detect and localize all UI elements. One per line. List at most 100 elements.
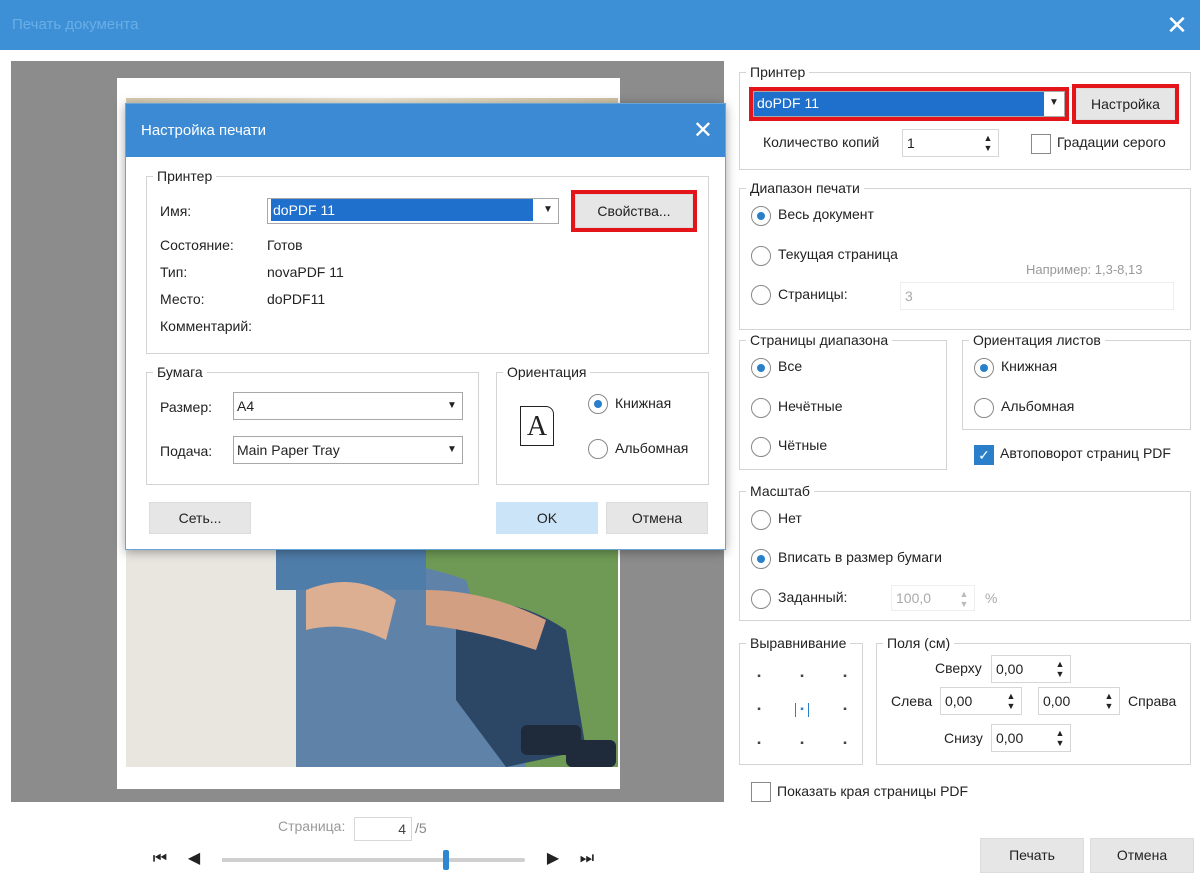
stepper-arrows-icon[interactable]: ▲ ▼ [980, 130, 996, 156]
dialog-close-icon[interactable]: ✕ [693, 116, 713, 145]
dialog-cancel-button[interactable]: Отмена [606, 502, 708, 534]
paper-size-select[interactable]: A4 ▼ [233, 392, 463, 420]
next-page-icon[interactable]: ▶ [543, 847, 563, 871]
margins-title: Поля (см) [883, 635, 955, 651]
page-slider[interactable] [222, 858, 525, 862]
paper-group [146, 372, 479, 485]
size-label: Размер: [160, 399, 213, 415]
align-top-center-icon[interactable]: ▪ [795, 670, 809, 684]
copies-stepper[interactable]: 1 ▲ ▼ [902, 129, 999, 157]
margin-left-label: Слева [891, 693, 933, 709]
margin-top-label: Сверху [935, 660, 982, 676]
printer-select-value: doPDF 11 [757, 95, 819, 111]
properties-button[interactable]: Свойства... [571, 190, 697, 232]
dialog-landscape-radio[interactable] [588, 439, 608, 459]
grayscale-checkbox[interactable] [1031, 134, 1051, 154]
scale-none-label: Нет [778, 510, 802, 526]
stepper-arrows-icon[interactable]: ▲ ▼ [1101, 688, 1117, 714]
subset-all-radio[interactable] [751, 358, 771, 378]
portrait-page-icon: A [520, 406, 554, 446]
scale-none-radio[interactable] [751, 510, 771, 530]
orientation-landscape-label: Альбомная [1001, 398, 1075, 414]
print-setup-dialog: Настройка печати ✕ Принтер Имя: doPDF 11… [125, 103, 726, 550]
scale-fit-radio[interactable] [751, 549, 771, 569]
preview-photo [126, 550, 618, 767]
stepper-arrows-icon[interactable]: ▲ ▼ [1052, 725, 1068, 751]
printer-setup-button[interactable]: Настройка [1072, 84, 1179, 124]
stepper-arrows-icon[interactable]: ▲ ▼ [1003, 688, 1019, 714]
margin-left-stepper[interactable]: 0,00 ▲ ▼ [940, 687, 1022, 715]
margin-right-label: Справа [1128, 693, 1177, 709]
dialog-landscape-label: Альбомная [615, 440, 689, 456]
stepper-arrows-icon[interactable]: ▲ ▼ [1052, 656, 1068, 682]
paper-title: Бумага [153, 364, 207, 380]
dialog-printer-select[interactable]: doPDF 11 ▼ [267, 198, 559, 224]
orientation-portrait-radio[interactable] [974, 358, 994, 378]
scale-custom-stepper[interactable]: 100,0 ▲ ▼ [891, 585, 975, 611]
dialog-printer-value: doPDF 11 [271, 199, 533, 221]
align-bottom-center-icon[interactable]: ▪ [795, 737, 809, 751]
scale-custom-label: Заданный: [778, 589, 848, 605]
scale-title: Масштаб [746, 483, 814, 499]
margin-top-stepper[interactable]: 0,00 ▲ ▼ [991, 655, 1071, 683]
network-button[interactable]: Сеть... [149, 502, 251, 534]
type-value: novaPDF 11 [267, 264, 344, 280]
margin-bottom-label: Снизу [944, 730, 983, 746]
stepper-arrows-icon[interactable]: ▲ ▼ [956, 586, 972, 610]
printer-select[interactable]: doPDF 11 ▼ [749, 87, 1069, 121]
align-bottom-left-icon[interactable]: ▪ [752, 737, 766, 751]
first-page-icon[interactable]: ⏮ [150, 847, 170, 871]
orientation-group [962, 340, 1191, 430]
orientation-landscape-radio[interactable] [974, 398, 994, 418]
close-icon[interactable]: ✕ [1162, 10, 1192, 40]
align-middle-right-icon[interactable]: ▪ [838, 703, 852, 717]
subset-even-label: Чётные [778, 437, 828, 453]
chevron-down-icon: ▼ [447, 444, 457, 455]
margin-right-stepper[interactable]: 0,00 ▲ ▼ [1038, 687, 1120, 715]
page-total: /5 [415, 820, 427, 836]
page-subset-title: Страницы диапазона [746, 332, 893, 348]
prev-page-icon[interactable]: ◀ [184, 847, 204, 871]
status-label: Состояние: [160, 237, 234, 253]
dialog-portrait-radio[interactable] [588, 394, 608, 414]
status-value: Готов [267, 237, 303, 253]
subset-odd-radio[interactable] [751, 398, 771, 418]
printer-group-title: Принтер [746, 64, 810, 80]
range-current-radio[interactable] [751, 246, 771, 266]
scale-custom-radio[interactable] [751, 589, 771, 609]
align-top-left-icon[interactable]: ▪ [752, 670, 766, 684]
copies-value: 1 [907, 135, 915, 151]
align-center-icon[interactable]: ▪ [795, 703, 809, 717]
range-current-label: Текущая страница [778, 246, 898, 262]
range-all-radio[interactable] [751, 206, 771, 226]
where-label: Место: [160, 291, 205, 307]
page-number-input[interactable]: 4 [354, 817, 412, 841]
subset-all-label: Все [778, 358, 803, 374]
print-button[interactable]: Печать [980, 838, 1084, 873]
grayscale-label: Градации серого [1057, 134, 1166, 150]
last-page-icon[interactable]: ⏭ [577, 847, 597, 871]
dialog-titlebar: Настройка печати ✕ [126, 104, 725, 157]
margin-bottom-stepper[interactable]: 0,00 ▲ ▼ [991, 724, 1071, 752]
range-pages-radio[interactable] [751, 285, 771, 305]
dialog-name-label: Имя: [160, 203, 192, 219]
autorotate-checkbox[interactable]: ✓ [974, 445, 994, 465]
family-photo-image [126, 550, 618, 767]
range-pages-input[interactable]: 3 [900, 282, 1174, 310]
show-edges-label: Показать края страницы PDF [777, 783, 969, 799]
align-middle-left-icon[interactable]: ▪ [752, 703, 766, 717]
paper-source-select[interactable]: Main Paper Tray ▼ [233, 436, 463, 464]
window-titlebar: Печать документа ✕ [0, 0, 1200, 50]
show-edges-checkbox[interactable] [751, 782, 771, 802]
paper-size-value: A4 [237, 398, 255, 414]
page-slider-thumb[interactable] [443, 850, 449, 870]
where-value: doPDF11 [267, 291, 326, 307]
dialog-printer-title: Принтер [153, 168, 217, 184]
ok-button[interactable]: OK [496, 502, 598, 534]
align-top-right-icon[interactable]: ▪ [838, 670, 852, 684]
cancel-button[interactable]: Отмена [1090, 838, 1194, 873]
print-range-title: Диапазон печати [746, 180, 864, 196]
margin-right-value: 0,00 [1043, 693, 1071, 709]
subset-even-radio[interactable] [751, 437, 771, 457]
align-bottom-right-icon[interactable]: ▪ [838, 737, 852, 751]
